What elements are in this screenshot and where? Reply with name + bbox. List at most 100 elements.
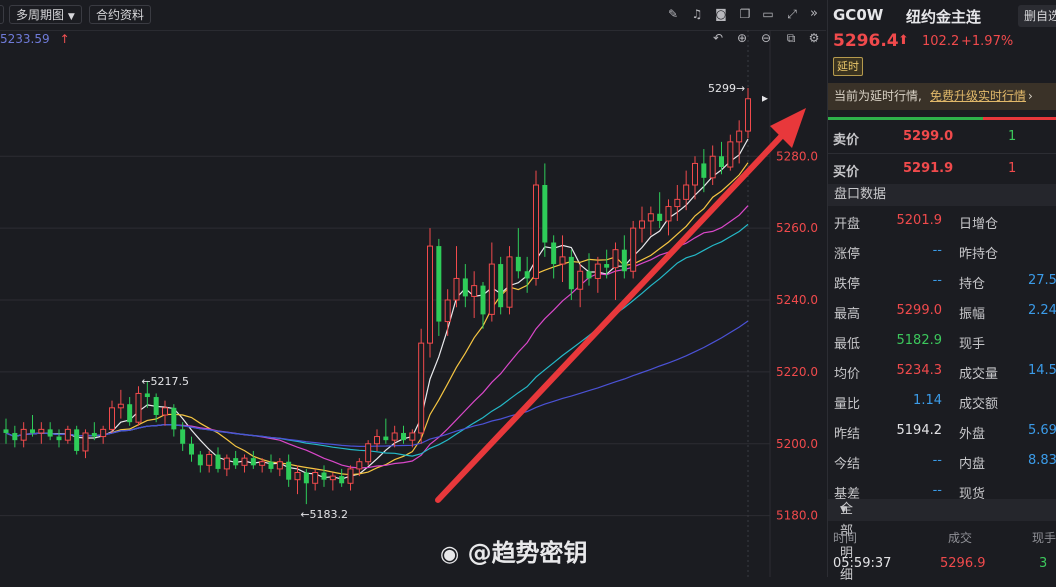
candle-body [701,163,707,178]
candle-body [639,220,645,229]
stat-value: 2.24 [1028,303,1056,318]
stat-value: -- [932,273,942,288]
fullscreen-icon[interactable]: ⤢ [785,7,799,21]
candle-body [594,263,601,279]
candle-body [586,271,592,279]
candle-body [453,277,460,301]
candle-body [444,299,451,323]
candle-body [356,461,363,470]
candlestick-chart[interactable]: 5280.0 5260.0 5240.0 5220.0 5200.0 5180.0 5299… [0,30,826,577]
candle-body [109,407,115,430]
candle-body [276,461,283,470]
period-label: 多周期图 [16,8,65,22]
stat-value: -- [932,483,942,498]
detail-qty: 3 [1039,556,1048,571]
stat-label: 跌停 [834,277,861,292]
candle-body [3,429,9,433]
candle-body [20,428,27,441]
ma30-line [5,223,749,457]
candle-body [162,407,168,416]
candle-body [233,458,239,466]
stat-value: 5201.9 [896,213,943,228]
stat-label: 外盘 [959,427,986,442]
chevron-right-icon[interactable]: » [807,7,821,21]
buy-row: 买价 5291.9 1 [828,158,1056,180]
contract-info-button[interactable]: 合约资料 [89,5,152,24]
stat-value: -- [932,243,942,258]
export-icon[interactable]: ⧉ [784,31,798,45]
market-data-row: 涨停 -- 昨持仓 [828,240,1056,262]
candle-body [745,98,751,132]
detail-row: 05:59:37 5296.9 3 [828,553,1056,575]
stat-label: 昨结 [834,427,861,442]
delay-notice: 当前为延时行情, 免费升级实时行情 › [828,83,1056,110]
bell-icon[interactable]: ♫ [690,7,704,21]
candle-body [100,428,107,438]
candle-body [117,403,124,409]
y-tick-label: 5280.0 [776,149,818,163]
delete-watchlist-button[interactable]: 删自选 [1018,5,1056,27]
period-select[interactable]: 多周期图 ▼ [9,5,82,24]
candle-body [153,397,159,415]
up-arrow-icon: ↑ [59,32,70,46]
sell-qty: 1 [1008,129,1017,144]
stat-label: 日增仓 [959,217,999,232]
dropdown-icon: ▼ [840,505,847,515]
detail-header-row: 时间 成交 现手 [828,526,1056,548]
y-tick-label: 5200.0 [776,437,818,451]
candle-body [471,285,478,297]
camera-icon[interactable]: ◙ [714,7,728,21]
market-data-section: 盘口数据 [828,184,1056,206]
chart-area[interactable]: 5280.0 5260.0 5240.0 5220.0 5200.0 5180.0 5299… [0,30,826,577]
candle-body [727,141,734,168]
left-edge-button[interactable] [0,5,4,24]
candle-body [409,432,416,441]
detail-header-price: 成交 [948,531,973,545]
weibo-logo-icon: ◉ [440,542,460,567]
y-tick-label: 5220.0 [776,365,818,379]
screen-icon[interactable]: ▭ [761,7,775,21]
candle-body [171,407,177,430]
upgrade-link[interactable]: 免费升级实时行情 [930,83,1026,110]
buy-strength-bar [983,117,1056,120]
settings-icon[interactable]: ⚙ [807,31,821,45]
candle-body [524,271,530,279]
ma-value: 5233.59 [0,32,50,46]
candle-body [709,155,716,179]
candle-body [189,443,194,455]
candle-body [665,206,672,222]
market-data-row: 量比 1.14 成交额 [828,390,1056,412]
candle-body [329,475,336,481]
buy-label: 买价 [833,165,860,180]
detail-section[interactable]: 全部明细 ▼ [828,499,1056,583]
candle-body [551,242,557,265]
watermark: ◉ @趋势密钥 [440,533,588,568]
pencil-icon[interactable]: ✎ [666,7,680,21]
stat-label: 涨停 [834,247,861,262]
candle-body [647,213,654,222]
candle-body [82,432,89,452]
zoom-in-icon[interactable]: ⊕ [735,31,749,45]
market-data-row: 开盘 5201.9 日增仓 [828,210,1056,232]
app-window: 多周期图 ▼ 合约资料 ✎ ♫ ◙ ❐ ▭ ⤢ » 5280.0 5260.0 52… [0,0,1056,583]
swing-low-annotation: ←5183.2 [300,508,348,521]
stat-label: 成交量 [959,367,999,382]
ma-indicator: 5233.59 ↑ [0,32,70,46]
y-tick-label: 5240.0 [776,293,818,307]
candle-body [47,429,53,437]
candle-body [223,457,230,470]
copy-icon[interactable]: ❐ [738,7,752,21]
candle-body [135,392,142,423]
chevron-right-icon[interactable]: › [1028,83,1033,110]
zoom-out-icon[interactable]: ⊖ [759,31,773,45]
candle-body [197,454,203,466]
sell-price: 5299.0 [903,129,954,144]
candle-body [74,429,80,451]
stat-value: -- [932,453,942,468]
y-tick-label: 5260.0 [776,221,818,235]
stat-label: 量比 [834,397,861,412]
ma20-line [5,205,749,469]
market-data-row: 今结 -- 内盘 8.83 [828,450,1056,472]
undo-icon[interactable]: ↶ [711,31,725,45]
contract-name: 纽约金主连 [906,8,982,26]
